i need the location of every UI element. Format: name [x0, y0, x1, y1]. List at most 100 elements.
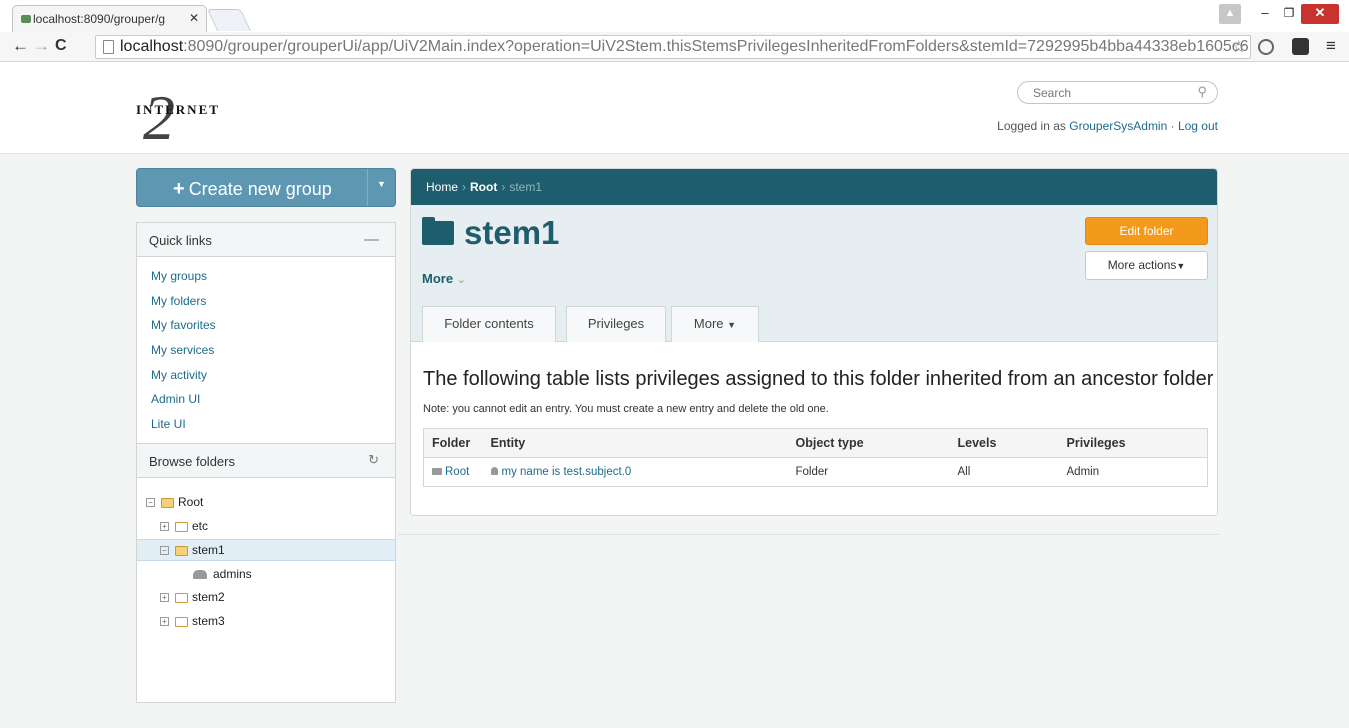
tab-more[interactable]: More ▼ [671, 306, 759, 342]
tab-close-icon[interactable]: ✕ [189, 11, 199, 25]
search-input[interactable]: Search ⚲ [1017, 81, 1218, 104]
expand-toggle-icon[interactable]: + [160, 617, 169, 627]
tree-node-label: stem1 [192, 543, 225, 557]
cell-levels: All [957, 466, 971, 478]
refresh-icon[interactable]: ↻ [368, 452, 379, 468]
minimize-icon[interactable]: – [1256, 4, 1274, 24]
tab-more-label: More [693, 316, 724, 331]
reload-icon[interactable]: C [55, 37, 67, 55]
tree-node-root[interactable]: − Root [146, 492, 203, 512]
quick-link-my-services[interactable]: My services [137, 338, 395, 363]
close-window-icon[interactable]: ✕ [1301, 4, 1339, 24]
col-levels: Levels [949, 428, 1059, 458]
menu-icon[interactable]: ≡ [1326, 36, 1336, 56]
breadcrumb-separator: › [501, 180, 506, 194]
more-dropdown[interactable]: More ⌄ [422, 271, 466, 286]
quick-links-panel: Quick links — My groups My folders My fa… [136, 222, 396, 444]
folder-tree: − Root + etc − stem1 admins + stem2 + stem3 [137, 478, 395, 702]
browser-toolbar: ← → C localhost:8090/grouper/grouperUi/a… [0, 32, 1349, 62]
tree-node-stem3[interactable]: + stem3 [160, 611, 225, 631]
breadcrumb-separator: › [462, 180, 467, 194]
privileges-table: Folder Entity Object type Levels Privile… [423, 428, 1208, 487]
quick-link-admin-ui[interactable]: Admin UI [137, 387, 395, 412]
browser-tabstrip: localhost:8090/grouper/g ✕ ▲ – ❐ ✕ [0, 0, 1349, 32]
logged-in-prefix: Logged in as [997, 119, 1070, 133]
folder-icon [432, 468, 442, 475]
quick-link-my-activity[interactable]: My activity [137, 363, 395, 388]
breadcrumb-current: stem1 [509, 180, 543, 194]
address-bar[interactable]: localhost:8090/grouper/grouperUi/app/UiV… [95, 35, 1251, 59]
section-description: The following table lists privileges ass… [423, 368, 1214, 390]
back-icon[interactable]: ← [12, 36, 29, 56]
col-folder: Folder [423, 428, 483, 458]
tab-folder-contents[interactable]: Folder contents [422, 306, 556, 342]
breadcrumb-home[interactable]: Home [426, 180, 458, 194]
quick-links-header[interactable]: Quick links — [137, 223, 395, 257]
login-status: Logged in as GrouperSysAdmin · Log out [997, 119, 1218, 133]
url-path: :8090/grouper/grouperUi/app/UiV2Main.ind… [183, 38, 1249, 55]
bookmark-star-icon[interactable]: ☆ [1232, 37, 1246, 57]
collapse-toggle-icon[interactable]: − [146, 498, 155, 508]
breadcrumb-root[interactable]: Root [470, 180, 497, 194]
search-icon[interactable]: ⚲ [1197, 84, 1207, 100]
create-dropdown-toggle[interactable]: ▼ [367, 169, 395, 206]
expand-toggle-icon[interactable]: + [160, 593, 169, 603]
expand-toggle-icon[interactable]: + [160, 522, 169, 532]
folder-link[interactable]: Root [445, 466, 469, 478]
more-actions-label: More actions [1107, 258, 1177, 272]
divider [398, 534, 1220, 535]
login-separator: · [1167, 119, 1178, 133]
quick-links-title: Quick links [149, 233, 212, 248]
page-icon [103, 40, 114, 54]
group-icon [193, 570, 207, 580]
table-header-row: Folder Entity Object type Levels Privile… [423, 428, 1208, 458]
favicon-icon [21, 15, 31, 23]
internet2-logo[interactable]: 2 INTERNET [136, 82, 256, 153]
extension-icon[interactable] [1258, 39, 1274, 55]
collapse-toggle-icon[interactable]: − [160, 546, 169, 556]
logo-text: INTERNET [136, 102, 220, 117]
tree-node-label: etc [192, 519, 209, 533]
user-link[interactable]: GrouperSysAdmin [1069, 119, 1167, 133]
col-privileges: Privileges [1058, 428, 1208, 458]
tree-node-admins[interactable]: admins [193, 564, 252, 584]
cell-folder: Root [424, 458, 483, 487]
browser-tab-title: localhost:8090/grouper/g [33, 12, 166, 26]
more-actions-button[interactable]: More actions▼ [1085, 251, 1208, 280]
tree-node-stem2[interactable]: + stem2 [160, 587, 225, 607]
browse-folders-panel: Browse folders ↻ − Root + etc − stem1 admin… [136, 444, 396, 703]
caret-down-icon: ▼ [1176, 261, 1186, 271]
logo-numeral: 2 [143, 82, 175, 153]
folder-icon [175, 592, 188, 603]
browse-folders-header: Browse folders ↻ [137, 444, 395, 478]
browser-tab[interactable]: localhost:8090/grouper/g ✕ [12, 5, 207, 32]
plus-icon: + [173, 178, 185, 200]
create-group-label: Create new group [188, 179, 332, 199]
edit-folder-button[interactable]: Edit folder [1085, 217, 1208, 245]
tree-node-stem1[interactable]: − stem1 [160, 540, 225, 560]
cell-privileges: Admin [1066, 466, 1100, 478]
main-panel: Home › Root › stem1 stem1 More ⌄ Edit folder… [410, 168, 1218, 516]
collapse-icon[interactable]: — [364, 231, 379, 248]
entity-link[interactable]: my name is test.subject.0 [502, 466, 632, 478]
section-note: Note: you cannot edit an entry. You must… [423, 403, 829, 415]
maximize-icon[interactable]: ❐ [1280, 4, 1298, 24]
profile-icon[interactable]: ▲ [1219, 4, 1241, 24]
forward-icon[interactable]: → [33, 36, 50, 56]
create-group-main[interactable]: + Create new group [137, 169, 368, 206]
quick-link-my-folders[interactable]: My folders [137, 289, 395, 314]
col-entity: Entity [482, 428, 788, 458]
tab-privileges[interactable]: Privileges [566, 306, 666, 342]
folder-icon [175, 521, 188, 532]
quick-link-my-favorites[interactable]: My favorites [137, 313, 395, 338]
quick-link-lite-ui[interactable]: Lite UI [137, 412, 395, 437]
folder-icon [175, 616, 188, 627]
tree-node-label: stem3 [192, 614, 225, 628]
folder-header: stem1 More ⌄ Edit folder More actions▼ F… [411, 205, 1217, 342]
chevron-down-icon: ⌄ [456, 274, 466, 286]
logout-link[interactable]: Log out [1178, 119, 1218, 133]
tree-node-etc[interactable]: + etc [160, 516, 208, 536]
quick-link-my-groups[interactable]: My groups [137, 264, 395, 289]
extension-icon[interactable] [1292, 38, 1309, 55]
new-tab-button[interactable] [206, 9, 252, 31]
